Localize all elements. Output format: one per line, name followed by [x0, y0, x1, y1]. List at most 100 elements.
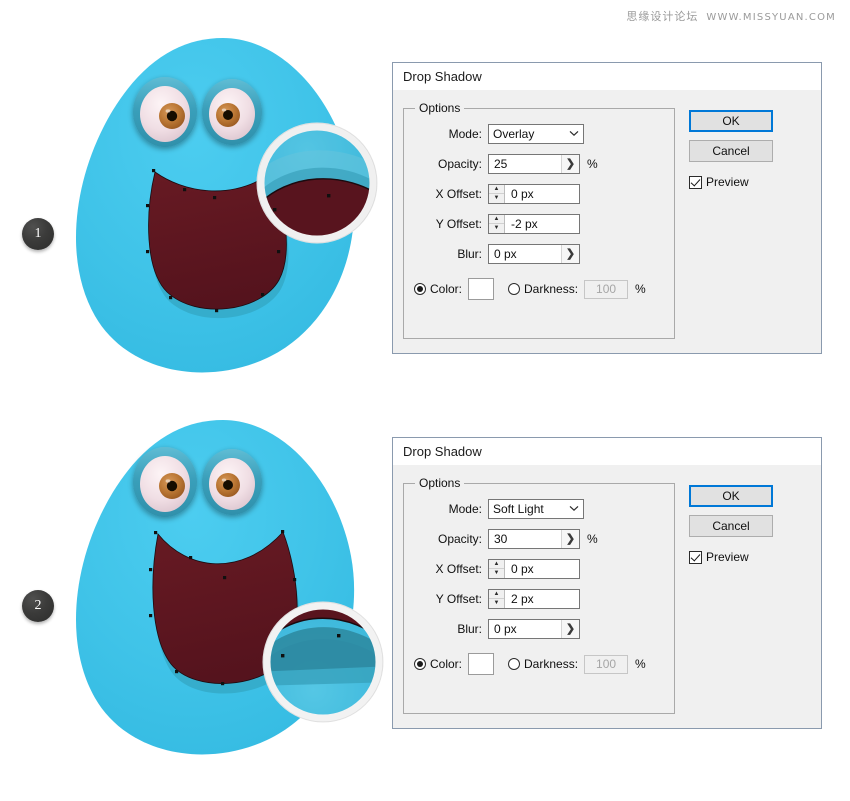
dialog-2-darkness-unit: %: [635, 657, 646, 671]
drop-shadow-dialog-2[interactable]: Drop Shadow Options Mode: Soft Light Opa…: [392, 437, 822, 729]
site-watermark: 思缘设计论坛 WWW.MISSYUAN.COM: [626, 8, 836, 24]
dialog-1-body: Options Mode: Overlay Opacity: 25 ❯ % X …: [393, 90, 821, 353]
dialog-2-yoffset-stepper[interactable]: ▲ ▼: [489, 589, 505, 608]
dialog-2-color-swatch[interactable]: [468, 653, 495, 675]
dialog-2-yoffset-value: 2 px: [511, 591, 534, 606]
dialog-1-mode-select[interactable]: Overlay: [488, 123, 584, 144]
dialog-1-yoffset-value: -2 px: [511, 216, 538, 231]
dialog-2-darkness-label: Darkness:: [524, 657, 579, 671]
dialog-1-preview-checkbox[interactable]: [689, 175, 702, 189]
watermark-chinese-text: 思缘设计论坛: [626, 10, 699, 23]
step-badge-2: 2: [22, 590, 54, 622]
chevron-right-icon[interactable]: ❯: [561, 619, 579, 638]
dialog-2-button-column: OK Cancel Preview: [689, 475, 793, 714]
dialog-2-title-text: Drop Shadow: [403, 443, 482, 459]
dialog-2-yoffset-input[interactable]: ▲ ▼ 2 px: [488, 588, 580, 609]
dialog-2-color-radio[interactable]: [414, 658, 426, 670]
dialog-2-preview-checkbox[interactable]: [689, 550, 702, 564]
step-badge-2-number: 2: [34, 598, 42, 613]
right-eye: [202, 79, 262, 145]
dialog-1-darkness-radio[interactable]: [508, 283, 521, 295]
dialog-2-opacity-value: 30: [494, 531, 508, 546]
drop-shadow-dialog-1[interactable]: Drop Shadow Options Mode: Overlay Opacit…: [392, 62, 822, 354]
dialog-1-darkness-label: Darkness:: [524, 282, 579, 296]
spin-up-icon[interactable]: ▲: [489, 560, 504, 569]
dialog-1-preview-label: Preview: [706, 175, 749, 189]
dialog-1-xoffset-value: 0 px: [511, 186, 534, 201]
dialog-1-xoffset-stepper[interactable]: ▲ ▼: [489, 184, 505, 203]
chevron-down-icon[interactable]: [565, 125, 583, 143]
dialog-2-xoffset-label: X Offset:: [435, 561, 482, 576]
dialog-1-color-label: Color:: [430, 282, 463, 296]
dialog-2-color-darkness-row: Color: Darkness: 100 %: [414, 653, 666, 675]
dialog-1-opacity-unit: %: [587, 156, 598, 171]
spin-down-icon[interactable]: ▼: [489, 599, 504, 608]
dialog-1-darkness-input[interactable]: 100: [584, 279, 629, 299]
right-pupil: [223, 110, 233, 120]
dialog-2-yoffset-row: Y Offset: ▲ ▼ 2 px: [412, 588, 666, 609]
dialog-2-xoffset-stepper[interactable]: ▲ ▼: [489, 559, 505, 578]
dialog-1-color-swatch[interactable]: [468, 278, 495, 300]
dialog-1-yoffset-row: Y Offset: ▲ ▼ -2 px: [412, 213, 666, 234]
step-badge-1: 1: [22, 218, 54, 250]
dialog-2-yoffset-label: Y Offset:: [435, 591, 482, 606]
dialog-1-yoffset-input[interactable]: ▲ ▼ -2 px: [488, 213, 580, 234]
dialog-1-ok-button[interactable]: OK: [689, 110, 773, 132]
chevron-right-icon[interactable]: ❯: [561, 529, 579, 548]
dialog-1-cancel-button[interactable]: Cancel: [689, 140, 773, 162]
chevron-down-icon[interactable]: [565, 500, 583, 518]
character-1-svg: [75, 38, 378, 373]
dialog-2-xoffset-value: 0 px: [511, 561, 534, 576]
spin-up-icon[interactable]: ▲: [489, 215, 504, 224]
left-eye: [133, 77, 197, 147]
dialog-2-blur-value: 0 px: [494, 621, 517, 636]
right-eye: [202, 449, 262, 515]
step-badge-1-number: 1: [34, 226, 42, 241]
dialog-2-blur-input[interactable]: 0 px ❯: [488, 618, 580, 639]
dialog-2-blur-label: Blur:: [457, 621, 482, 636]
dialog-1-mode-value: Overlay: [493, 126, 535, 141]
dialog-1-xoffset-row: X Offset: ▲ ▼ 0 px: [412, 183, 666, 204]
dialog-1-yoffset-label: Y Offset:: [435, 216, 482, 231]
dialog-1-blur-label: Blur:: [457, 246, 482, 261]
character-illustration-1: [55, 28, 395, 388]
dialog-2-mode-label: Mode:: [448, 501, 482, 516]
dialog-2-preview-label: Preview: [706, 550, 749, 564]
dialog-2-ok-button[interactable]: OK: [689, 485, 773, 507]
right-pupil: [223, 480, 233, 490]
character-2-svg: [75, 420, 384, 755]
dialog-2-mode-select[interactable]: Soft Light: [488, 498, 584, 519]
dialog-1-blur-value: 0 px: [494, 246, 517, 261]
dialog-1-color-darkness-row: Color: Darkness: 100 %: [414, 278, 666, 300]
spin-down-icon[interactable]: ▼: [489, 569, 504, 578]
spin-down-icon[interactable]: ▼: [489, 224, 504, 233]
dialog-2-darkness-input[interactable]: 100: [584, 654, 629, 674]
dialog-1-mode-label: Mode:: [448, 126, 482, 141]
dialog-2-preview-row[interactable]: Preview: [689, 550, 793, 564]
dialog-1-opacity-label: Opacity:: [437, 156, 482, 171]
dialog-1-opacity-input[interactable]: 25 ❯: [488, 153, 580, 174]
dialog-2-options-legend: Options: [415, 476, 465, 490]
dialog-1-blur-row: Blur: 0 px ❯: [412, 243, 666, 264]
dialog-2-color-label: Color:: [430, 657, 463, 671]
dialog-1-color-radio[interactable]: [414, 283, 426, 295]
dialog-1-xoffset-label: X Offset:: [435, 186, 482, 201]
chevron-right-icon[interactable]: ❯: [561, 154, 579, 173]
dialog-2-darkness-radio[interactable]: [508, 658, 521, 670]
spin-down-icon[interactable]: ▼: [489, 194, 504, 203]
dialog-2-cancel-button[interactable]: Cancel: [689, 515, 773, 537]
spin-up-icon[interactable]: ▲: [489, 590, 504, 599]
dialog-2-options-group: Options Mode: Soft Light Opacity: 30 ❯ %: [403, 476, 675, 714]
dialog-1-mode-row: Mode: Overlay: [412, 123, 666, 144]
dialog-1-preview-row[interactable]: Preview: [689, 175, 793, 189]
dialog-2-opacity-input[interactable]: 30 ❯: [488, 528, 580, 549]
dialog-2-title-bar: Drop Shadow: [393, 438, 821, 465]
chevron-right-icon[interactable]: ❯: [561, 244, 579, 263]
dialog-1-blur-input[interactable]: 0 px ❯: [488, 243, 580, 264]
dialog-1-title-text: Drop Shadow: [403, 68, 482, 84]
dialog-1-yoffset-stepper[interactable]: ▲ ▼: [489, 214, 505, 233]
spin-up-icon[interactable]: ▲: [489, 185, 504, 194]
dialog-1-xoffset-input[interactable]: ▲ ▼ 0 px: [488, 183, 580, 204]
dialog-2-xoffset-input[interactable]: ▲ ▼ 0 px: [488, 558, 580, 579]
dialog-2-opacity-unit: %: [587, 531, 598, 546]
